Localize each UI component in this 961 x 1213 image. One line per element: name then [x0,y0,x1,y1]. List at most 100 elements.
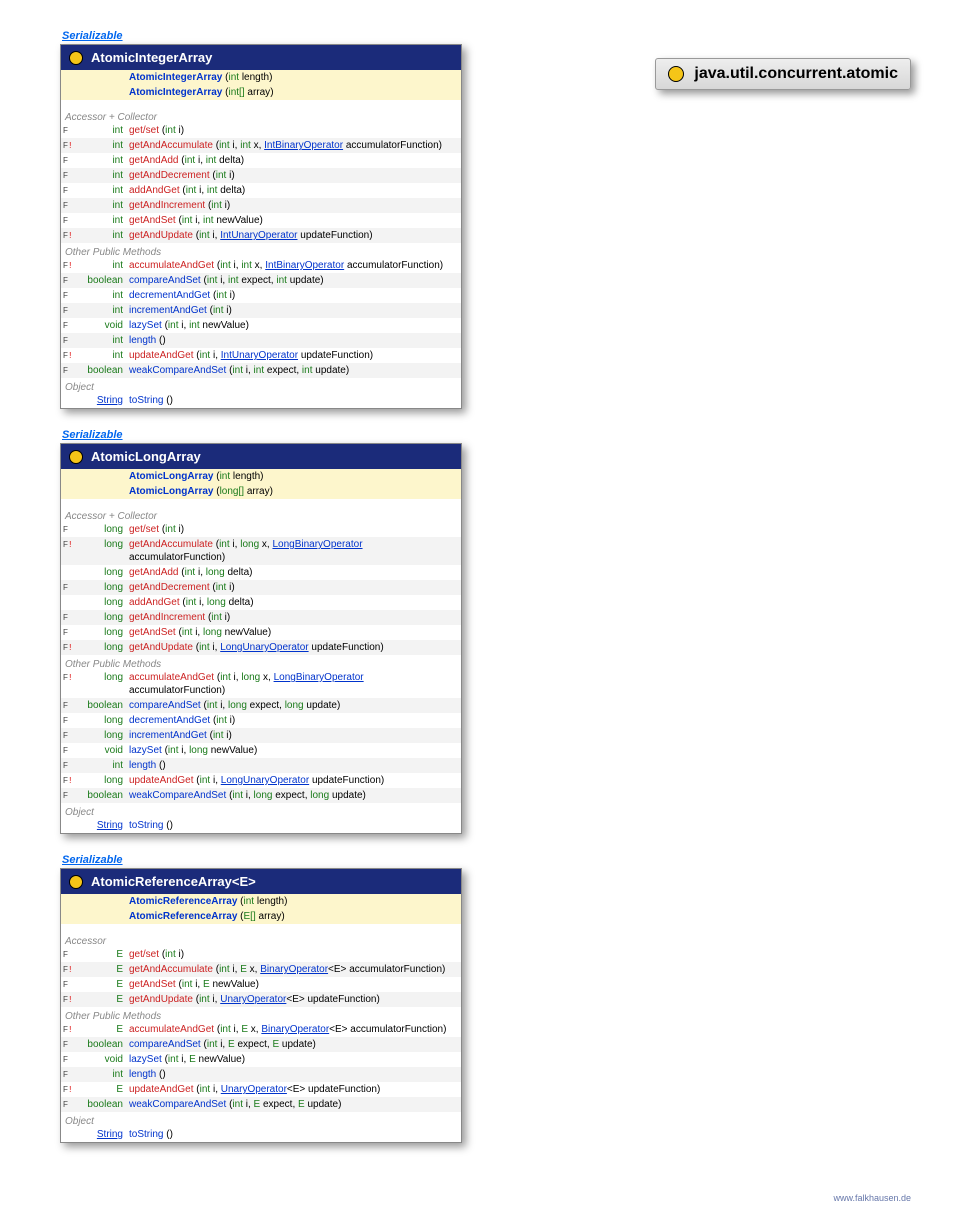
method-row: longgetAndAdd (int i, long delta) [61,565,461,580]
method-signature: weakCompareAndSet (int i, E expect, E up… [129,1098,457,1111]
method-signature: toString () [129,1128,457,1141]
constructor-row: AtomicLongArray (int length) [61,469,461,484]
modifiers: F [63,744,77,757]
modifiers: F [63,124,77,137]
modifiers: F ! [63,993,77,1006]
method-signature: compareAndSet (int i, E expect, E update… [129,1038,457,1051]
method-row: FvoidlazySet (int i, long newValue) [61,743,461,758]
return-type: int [77,259,129,272]
modifiers: F [63,334,77,347]
return-type: void [77,744,129,757]
method-signature: toString () [129,394,457,407]
method-row: FbooleanweakCompareAndSet (int i, long e… [61,788,461,803]
constructor-row: AtomicReferenceArray (E[] array) [61,909,461,924]
class-name: AtomicReferenceArray<E> [91,874,256,889]
footer-link[interactable]: www.falkhausen.de [0,1193,961,1213]
method-signature: updateAndGet (int i, IntUnaryOperator up… [129,349,457,362]
method-signature: getAndUpdate (int i, LongUnaryOperator u… [129,641,457,654]
method-signature: accumulateAndGet (int i, long x, LongBin… [129,671,457,697]
class-header: AtomicReferenceArray<E> [61,869,461,894]
return-type: int [77,759,129,772]
return-type: long [77,714,129,727]
method-signature: addAndGet (int i, long delta) [129,596,457,609]
method-row: FvoidlazySet (int i, E newValue) [61,1052,461,1067]
package-header: java.util.concurrent.atomic [655,58,911,90]
modifiers: F [63,729,77,742]
return-type: int [77,154,129,167]
return-type: int [77,349,129,362]
package-icon [668,66,684,82]
modifiers: F [63,364,77,377]
method-signature: addAndGet (int i, int delta) [129,184,457,197]
constructor-row: AtomicIntegerArray (int[] array) [61,85,461,100]
method-signature: get/set (int i) [129,124,457,137]
method-signature: getAndAdd (int i, long delta) [129,566,457,579]
class-icon [69,51,83,65]
modifiers: F [63,1098,77,1111]
method-row: FintgetAndDecrement (int i) [61,168,461,183]
method-signature: accumulateAndGet (int i, E x, BinaryOper… [129,1023,457,1036]
method-row: F !longgetAndAccumulate (int i, long x, … [61,537,461,565]
serializable-link[interactable]: Serializable [62,30,911,42]
method-row: FbooleanweakCompareAndSet (int i, int ex… [61,363,461,378]
constructor-row: AtomicReferenceArray (int length) [61,894,461,909]
method-signature: getAndDecrement (int i) [129,581,457,594]
method-row: Fintlength () [61,1067,461,1082]
return-type: int [77,1068,129,1081]
method-row: FbooleancompareAndSet (int i, E expect, … [61,1037,461,1052]
return-type: E [77,1083,129,1096]
section-title: Other Public Methods [61,1007,461,1022]
method-row: longaddAndGet (int i, long delta) [61,595,461,610]
method-row: FintgetAndIncrement (int i) [61,198,461,213]
method-signature: get/set (int i) [129,948,457,961]
method-signature: get/set (int i) [129,523,457,536]
method-row: F !longupdateAndGet (int i, LongUnaryOpe… [61,773,461,788]
constructor-row: AtomicIntegerArray (int length) [61,70,461,85]
method-signature: getAndUpdate (int i, UnaryOperator<E> up… [129,993,457,1006]
return-type: long [77,774,129,787]
method-row: FlongincrementAndGet (int i) [61,728,461,743]
return-type: long [77,611,129,624]
modifiers: F [63,611,77,624]
section-title: Accessor + Collector [61,507,461,522]
method-signature: getAndIncrement (int i) [129,199,457,212]
method-row: FlonggetAndDecrement (int i) [61,580,461,595]
method-signature: getAndAdd (int i, int delta) [129,154,457,167]
return-type: long [77,538,129,551]
method-row: StringtoString () [61,818,461,833]
modifiers: F [63,199,77,212]
method-row: F !EgetAndAccumulate (int i, E x, Binary… [61,962,461,977]
method-signature: lazySet (int i, int newValue) [129,319,457,332]
method-row: F !longaccumulateAndGet (int i, long x, … [61,670,461,698]
class-box: AtomicIntegerArray AtomicIntegerArray (in… [60,44,462,409]
method-row: FintincrementAndGet (int i) [61,303,461,318]
return-type: boolean [77,1038,129,1051]
modifiers: F ! [63,774,77,787]
class-box: AtomicLongArray AtomicLongArray (int leng… [60,443,462,834]
modifiers: F [63,626,77,639]
serializable-link[interactable]: Serializable [62,429,911,441]
serializable-link[interactable]: Serializable [62,854,911,866]
modifiers: F [63,214,77,227]
modifiers: F [63,581,77,594]
method-row: F !EupdateAndGet (int i, UnaryOperator<E… [61,1082,461,1097]
return-type: long [77,729,129,742]
return-type: int [77,124,129,137]
modifiers: F ! [63,259,77,272]
method-row: FintgetAndSet (int i, int newValue) [61,213,461,228]
modifiers: F [63,184,77,197]
modifiers: F [63,169,77,182]
modifiers: F ! [63,229,77,242]
class-name: AtomicLongArray [91,449,201,464]
constructor-row: AtomicLongArray (long[] array) [61,484,461,499]
return-type: String [77,1128,129,1141]
class-icon [69,875,83,889]
class-name: AtomicIntegerArray [91,50,212,65]
modifiers: F [63,1053,77,1066]
method-row: FlonggetAndSet (int i, long newValue) [61,625,461,640]
method-signature: toString () [129,819,457,832]
modifiers: F ! [63,641,77,654]
method-signature: lazySet (int i, E newValue) [129,1053,457,1066]
return-type: int [77,304,129,317]
method-row: StringtoString () [61,1127,461,1142]
